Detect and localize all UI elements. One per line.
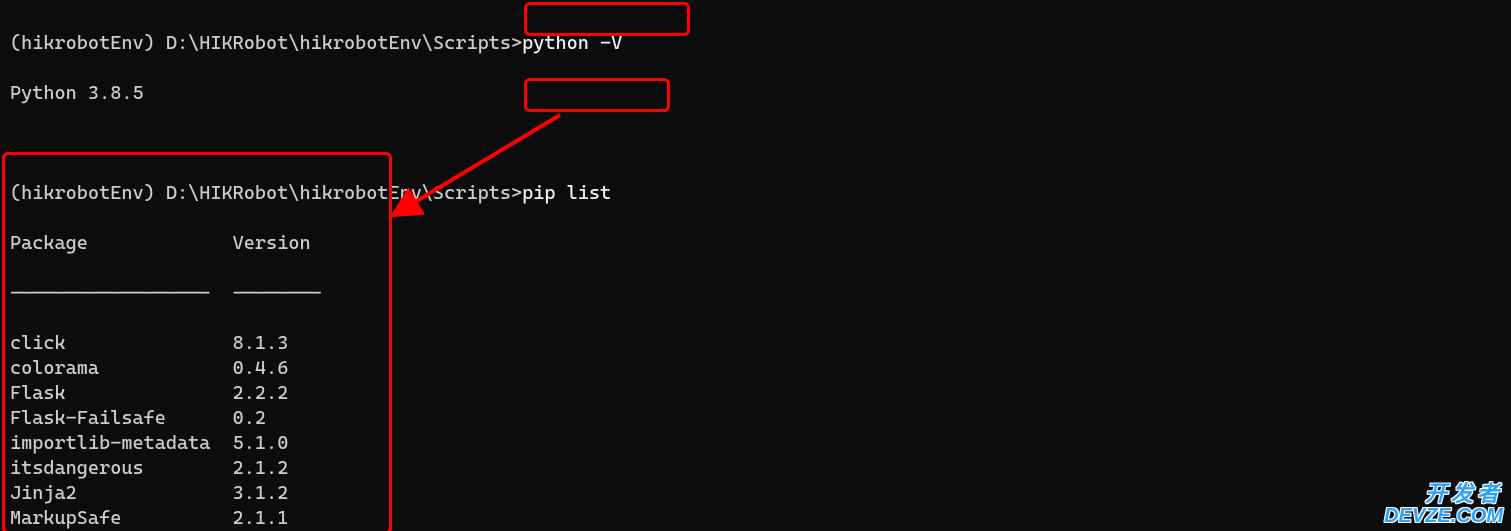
package-version: 0.4.6	[233, 356, 289, 381]
watermark-cn: 开发者	[1384, 483, 1503, 505]
terminal-output[interactable]: (hikrobotEnv) D:\HIKRobot\hikrobotEnv\Sc…	[0, 0, 1511, 531]
cwd-path: D:\HIKRobot\hikrobotEnv\Scripts>	[166, 182, 522, 204]
table-row: colorama 0.4.6	[10, 356, 1501, 381]
prompt-line-1: (hikrobotEnv) D:\HIKRobot\hikrobotEnv\Sc…	[10, 31, 1501, 56]
table-row: itsdangerous 2.1.2	[10, 456, 1501, 481]
blank-line	[10, 131, 1501, 156]
python-version-output: Python 3.8.5	[10, 81, 1501, 106]
table-row: click 8.1.3	[10, 331, 1501, 356]
prompt-line-2: (hikrobotEnv) D:\HIKRobot\hikrobotEnv\Sc…	[10, 181, 1501, 206]
table-row: MarkupSafe 2.1.1	[10, 506, 1501, 531]
package-version: 5.1.0	[233, 431, 289, 456]
package-name: click	[10, 331, 222, 356]
package-name: itsdangerous	[10, 456, 222, 481]
package-version: 2.1.1	[233, 506, 289, 531]
package-name: MarkupSafe	[10, 506, 222, 531]
table-row: importlib-metadata 5.1.0	[10, 431, 1501, 456]
header-version: Version	[233, 231, 311, 256]
venv-name: (hikrobotEnv)	[10, 32, 166, 54]
pip-list-divider: ------------------ --------	[10, 281, 1501, 306]
package-name: Jinja2	[10, 481, 222, 506]
package-version: 3.1.2	[233, 481, 289, 506]
package-name: Flask-Failsafe	[10, 406, 222, 431]
table-row: Flask-Failsafe 0.2	[10, 406, 1501, 431]
table-row: Jinja2 3.1.2	[10, 481, 1501, 506]
package-name: Flask	[10, 381, 222, 406]
divider-version: --------	[233, 281, 322, 306]
command-python-version: python -V	[522, 32, 622, 54]
package-name: importlib-metadata	[10, 431, 222, 456]
watermark: 开发者 DEVZE.COM	[1384, 483, 1503, 527]
header-package: Package	[10, 231, 222, 256]
divider-package: ------------------	[10, 281, 222, 306]
command-pip-list: pip list	[522, 182, 611, 204]
watermark-en: DEVZE.COM	[1384, 505, 1503, 527]
package-version: 2.2.2	[233, 381, 289, 406]
package-version: 2.1.2	[233, 456, 289, 481]
package-version: 8.1.3	[233, 331, 289, 356]
package-version: 0.2	[233, 406, 266, 431]
table-row: Flask 2.2.2	[10, 381, 1501, 406]
cwd-path: D:\HIKRobot\hikrobotEnv\Scripts>	[166, 32, 522, 54]
venv-name: (hikrobotEnv)	[10, 182, 166, 204]
pip-list-header: Package Version	[10, 231, 1501, 256]
package-name: colorama	[10, 356, 222, 381]
